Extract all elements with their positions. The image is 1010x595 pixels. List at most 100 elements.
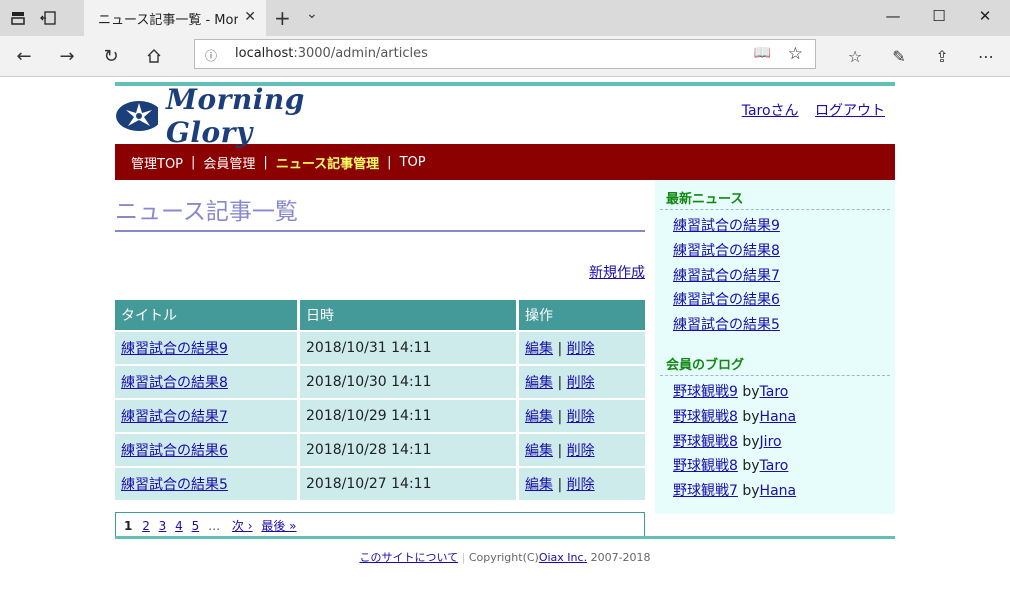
column-header-actions: 操作 bbox=[519, 300, 645, 330]
address-bar[interactable]: ⓘ localhost:3000/admin/articles 📖 ☆ bbox=[194, 39, 816, 69]
delete-link[interactable]: 削除 bbox=[567, 375, 595, 391]
minimize-icon[interactable]: — bbox=[870, 0, 916, 32]
menu-item-news[interactable]: ニュース記事管理 bbox=[276, 153, 379, 172]
table-row: 練習試合の結果7 2018/10/29 14:11 編集 | 削除 bbox=[115, 400, 645, 432]
page-container: Morning Glory Taroさん ログアウト 管理TOP | 会員管理 … bbox=[115, 82, 895, 564]
favorite-star-icon[interactable]: ☆ bbox=[788, 44, 803, 64]
current-page: 1 bbox=[124, 519, 133, 533]
active-tab[interactable]: ニュース記事一覧 - Morni ✕ bbox=[84, 0, 266, 36]
menu-item-members[interactable]: 会員管理 bbox=[203, 153, 255, 172]
company-link[interactable]: Oiax Inc. bbox=[539, 551, 587, 564]
author-link[interactable]: Hana bbox=[760, 483, 797, 499]
copyright-text: Copyright(C) bbox=[468, 551, 539, 564]
page-link[interactable]: 2 bbox=[142, 519, 150, 533]
list-item: 練習試合の結果7 bbox=[673, 264, 895, 289]
delete-link[interactable]: 削除 bbox=[567, 341, 595, 357]
news-link[interactable]: 練習試合の結果8 bbox=[673, 243, 780, 259]
page-link[interactable]: 4 bbox=[175, 519, 183, 533]
close-tab-icon[interactable]: ✕ bbox=[244, 9, 256, 25]
maximize-icon[interactable]: ☐ bbox=[916, 0, 962, 32]
table-row: 練習試合の結果5 2018/10/27 14:11 編集 | 削除 bbox=[115, 468, 645, 500]
delete-link[interactable]: 削除 bbox=[567, 443, 595, 459]
article-title-link[interactable]: 練習試合の結果6 bbox=[121, 443, 228, 459]
morning-glory-flower-icon bbox=[116, 101, 158, 131]
edit-link[interactable]: 編集 bbox=[525, 341, 553, 357]
list-item: 野球観戦8 byTaro bbox=[673, 454, 895, 479]
list-item: 練習試合の結果6 bbox=[673, 288, 895, 313]
list-item: 練習試合の結果8 bbox=[673, 239, 895, 264]
pen-icon[interactable]: ✎ bbox=[887, 44, 911, 68]
cell-actions: 編集 | 削除 bbox=[519, 400, 645, 432]
reading-view-icon[interactable]: 📖 bbox=[754, 45, 771, 61]
set-aside-tabs-icon[interactable] bbox=[38, 8, 58, 28]
last-page-link[interactable]: 最後 » bbox=[261, 519, 296, 533]
page-link[interactable]: 3 bbox=[159, 519, 167, 533]
about-site-link[interactable]: このサイトについて bbox=[359, 551, 458, 564]
cell-actions: 編集 | 削除 bbox=[519, 332, 645, 364]
cell-actions: 編集 | 削除 bbox=[519, 366, 645, 398]
list-item: 練習試合の結果5 bbox=[673, 313, 895, 338]
author-link[interactable]: Hana bbox=[760, 409, 797, 425]
article-title-link[interactable]: 練習試合の結果5 bbox=[121, 477, 228, 493]
refresh-icon[interactable]: ↻ bbox=[99, 44, 123, 68]
user-account-link[interactable]: Taroさん bbox=[742, 103, 799, 119]
edit-link[interactable]: 編集 bbox=[525, 375, 553, 391]
tab-actions-icon[interactable] bbox=[8, 8, 28, 28]
new-tab-icon[interactable]: + bbox=[274, 6, 291, 30]
pager-ellipsis: … bbox=[208, 519, 221, 533]
blog-link[interactable]: 野球観戦8 bbox=[673, 458, 738, 474]
author-link[interactable]: Taro bbox=[760, 384, 789, 400]
news-link[interactable]: 練習試合の結果5 bbox=[673, 317, 780, 333]
favorites-list-icon[interactable]: ☆ bbox=[843, 44, 867, 68]
home-icon[interactable] bbox=[142, 44, 166, 68]
close-window-icon[interactable]: ✕ bbox=[962, 0, 1008, 32]
blog-link[interactable]: 野球観戦8 bbox=[673, 409, 738, 425]
article-title-link[interactable]: 練習試合の結果7 bbox=[121, 409, 228, 425]
table-header-row: タイトル 日時 操作 bbox=[115, 300, 645, 330]
edit-link[interactable]: 編集 bbox=[525, 477, 553, 493]
page-link[interactable]: 5 bbox=[192, 519, 200, 533]
articles-table: タイトル 日時 操作 練習試合の結果9 2018/10/31 14:11 編集 | … bbox=[115, 298, 645, 502]
table-row: 練習試合の結果8 2018/10/30 14:11 編集 | 削除 bbox=[115, 366, 645, 398]
cell-date: 2018/10/29 14:11 bbox=[300, 400, 519, 432]
list-item: 野球観戦9 byTaro bbox=[673, 380, 895, 405]
share-icon[interactable]: ⇪ bbox=[930, 44, 954, 68]
by-label: by bbox=[742, 433, 760, 450]
blog-link[interactable]: 野球観戦8 bbox=[673, 434, 738, 450]
menu-item-top[interactable]: TOP bbox=[400, 155, 426, 170]
site-header: Morning Glory Taroさん ログアウト bbox=[115, 83, 895, 149]
news-link[interactable]: 練習試合の結果6 bbox=[673, 292, 780, 308]
chevron-down-icon[interactable]: ⌄ bbox=[306, 6, 318, 22]
author-link[interactable]: Jiro bbox=[760, 434, 782, 450]
cell-title: 練習試合の結果6 bbox=[115, 434, 300, 466]
blog-link[interactable]: 野球観戦9 bbox=[673, 384, 738, 400]
edit-link[interactable]: 編集 bbox=[525, 409, 553, 425]
news-link[interactable]: 練習試合の結果7 bbox=[673, 268, 780, 284]
cell-title: 練習試合の結果5 bbox=[115, 468, 300, 500]
delete-link[interactable]: 削除 bbox=[567, 409, 595, 425]
site-logo[interactable]: Morning Glory bbox=[115, 83, 377, 149]
menu-separator: | bbox=[191, 154, 196, 170]
by-label: by bbox=[742, 483, 760, 500]
new-article-link[interactable]: 新規作成 bbox=[589, 265, 645, 281]
site-footer: このサイトについて | Copyright(C)Oiax Inc. 2007-2… bbox=[115, 536, 895, 565]
user-links: Taroさん ログアウト bbox=[730, 100, 885, 120]
url-text: localhost:3000/admin/articles bbox=[235, 46, 428, 61]
back-icon[interactable]: ← bbox=[12, 44, 36, 68]
menu-item-admin-top[interactable]: 管理TOP bbox=[131, 153, 183, 172]
blog-link[interactable]: 野球観戦7 bbox=[673, 483, 738, 499]
cell-title: 練習試合の結果9 bbox=[115, 332, 300, 364]
news-link[interactable]: 練習試合の結果9 bbox=[673, 218, 780, 234]
logout-link[interactable]: ログアウト bbox=[815, 103, 885, 119]
list-item: 野球観戦7 byHana bbox=[673, 479, 895, 504]
article-title-link[interactable]: 練習試合の結果9 bbox=[121, 341, 228, 357]
forward-icon[interactable]: → bbox=[55, 44, 79, 68]
more-icon[interactable]: ⋯ bbox=[974, 44, 998, 68]
author-link[interactable]: Taro bbox=[760, 458, 789, 474]
article-title-link[interactable]: 練習試合の結果8 bbox=[121, 375, 228, 391]
delete-link[interactable]: 削除 bbox=[567, 477, 595, 493]
next-page-link[interactable]: 次 › bbox=[232, 519, 253, 533]
edit-link[interactable]: 編集 bbox=[525, 443, 553, 459]
member-blog-heading: 会員のブログ bbox=[660, 346, 890, 376]
info-icon[interactable]: ⓘ bbox=[205, 47, 217, 64]
